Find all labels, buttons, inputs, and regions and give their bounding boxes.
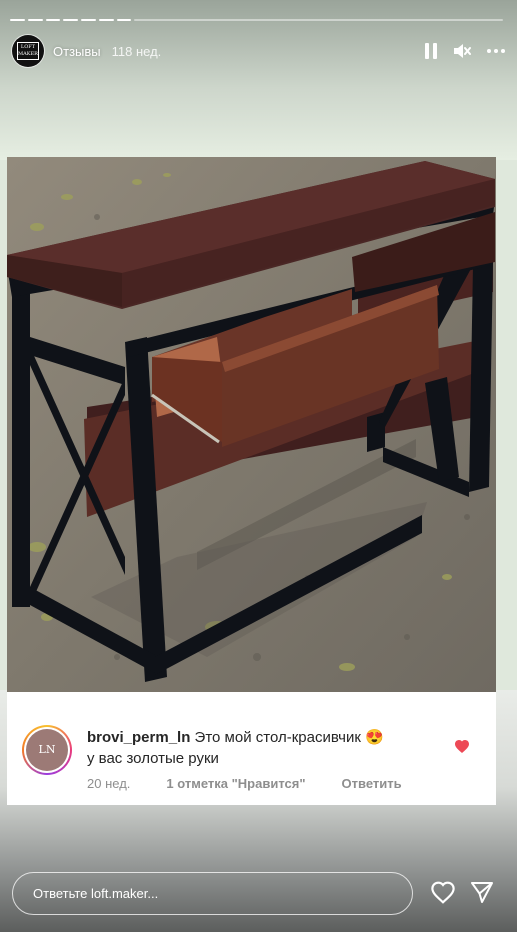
comment-body-line2: у вас золотые руки xyxy=(87,750,219,767)
comment-text: brovi_perm_ln Это мой стол-красивчик 😍 у… xyxy=(87,727,437,769)
story-photo-console-table xyxy=(7,157,496,692)
comment-username[interactable]: brovi_perm_ln xyxy=(87,729,190,746)
send-icon[interactable] xyxy=(470,880,494,909)
heart-icon[interactable] xyxy=(430,880,456,909)
comment-meta: 20 нед. 1 отметка "Нравится" Ответить xyxy=(87,776,438,791)
commenter-avatar[interactable]: LN xyxy=(22,725,72,775)
more-icon[interactable] xyxy=(487,49,505,53)
story-progress-bar xyxy=(10,19,503,21)
reply-input[interactable]: Ответьте loft.maker... xyxy=(12,872,413,915)
account-avatar[interactable]: LOFT MAKER xyxy=(12,35,44,67)
account-name[interactable]: Отзывы xyxy=(53,44,101,59)
comment-like-heart-icon[interactable] xyxy=(454,739,470,758)
story-header: LOFT MAKER Отзывы 118 нед. xyxy=(12,34,505,68)
loft-maker-logo: LOFT MAKER xyxy=(17,42,39,60)
comment-likes[interactable]: 1 отметка "Нравится" xyxy=(166,776,305,791)
commenter-avatar-image: LN xyxy=(26,729,68,771)
pause-icon[interactable] xyxy=(425,43,437,59)
comment-body-line1: Это мой стол-красивчик 😍 xyxy=(194,729,384,746)
comment-time: 20 нед. xyxy=(87,776,131,791)
comment-reply-button[interactable]: Ответить xyxy=(342,776,402,791)
story-time: 118 нед. xyxy=(111,43,162,59)
comment-card: LN brovi_perm_ln Это мой стол-красивчик … xyxy=(7,692,496,805)
mute-icon[interactable] xyxy=(453,43,471,59)
story-background-top xyxy=(0,0,517,160)
